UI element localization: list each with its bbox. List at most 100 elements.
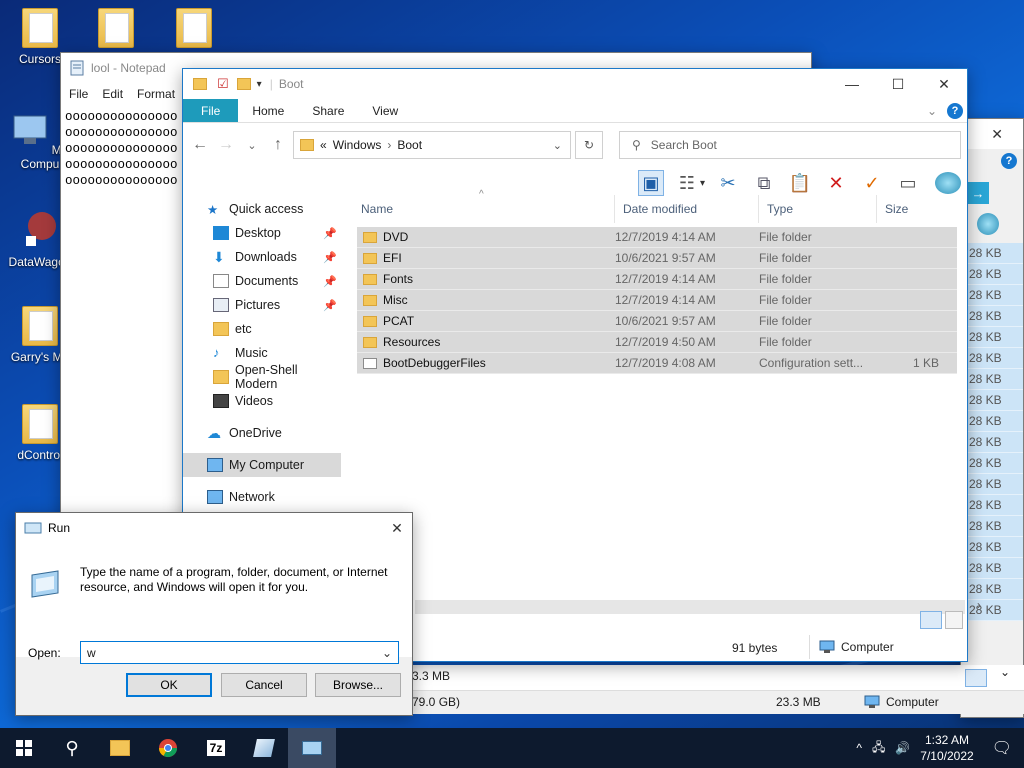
tab-home[interactable]: Home <box>238 99 298 122</box>
ribbon-expand-icon[interactable]: ⌄ <box>927 104 937 118</box>
column-type[interactable]: Type <box>759 195 877 223</box>
run-body: Type the name of a program, folder, docu… <box>16 543 412 664</box>
cloud-icon: ☁ <box>207 425 221 441</box>
size-column: 28 KB 28 KB 28 KB 28 KB 28 KB 28 KB 28 KB 28 KB… <box>961 243 1023 621</box>
file-row[interactable]: Resources 12/7/2019 4:50 AM File folder <box>357 332 957 353</box>
view-options-icon[interactable]: ☷ <box>674 170 700 196</box>
search-input[interactable]: ⚲ Search Boot <box>619 131 961 159</box>
menu-edit[interactable]: Edit <box>102 87 123 101</box>
cut-icon[interactable]: ✂ <box>715 170 741 196</box>
desktop-icon-folder[interactable] <box>156 8 232 52</box>
desktop-icon-folder[interactable] <box>78 8 154 52</box>
nav-network[interactable]: Network <box>183 485 341 509</box>
chevron-down-icon[interactable]: ⌄ <box>382 646 398 660</box>
up-arrow-icon[interactable]: ↑ <box>267 136 289 154</box>
help-icon[interactable]: ? <box>947 102 963 119</box>
chevron-down-icon[interactable]: ⌄ <box>553 139 570 152</box>
quick-access-toolbar-dropdown-icon[interactable]: ▾ <box>257 79 262 90</box>
menu-file[interactable]: File <box>69 87 88 101</box>
clock[interactable]: 1:32 AM 7/10/2022 <box>920 732 973 764</box>
nav-videos[interactable]: Videos <box>183 389 341 413</box>
delete-icon[interactable]: ✕ <box>823 170 849 196</box>
properties-icon[interactable]: ▭ <box>895 170 921 196</box>
taskbar-run[interactable] <box>288 728 336 768</box>
run-titlebar[interactable]: Run ✕ <box>16 513 412 543</box>
start-button[interactable] <box>0 728 48 768</box>
copy-icon[interactable]: ⧉ <box>751 170 777 196</box>
nav-desktop[interactable]: Desktop 📌 <box>183 221 341 245</box>
taskbar-7zip[interactable]: 7z <box>192 728 240 768</box>
paste-icon[interactable]: 📋 <box>787 170 813 196</box>
forward-arrow-icon[interactable]: → <box>215 136 237 154</box>
show-hidden-icons-icon[interactable]: ^ <box>856 741 862 755</box>
refresh-icon[interactable]: ↻ <box>575 131 603 159</box>
column-size[interactable]: Size <box>877 195 957 223</box>
nav-quick-access[interactable]: ★ Quick access <box>183 197 341 221</box>
menu-format[interactable]: Format <box>137 87 175 101</box>
nav-downloads[interactable]: ⬇ Downloads 📌 <box>183 245 341 269</box>
file-row[interactable]: EFI 10/6/2021 9:57 AM File folder <box>357 248 957 269</box>
text-editor[interactable]: ooooooooooooooo ooooooooooooooo oooooooo… <box>61 105 181 193</box>
properties-icon[interactable]: ☑ <box>217 76 229 92</box>
network-icon[interactable]: 🖧 <box>872 738 885 759</box>
file-row[interactable]: Misc 12/7/2019 4:14 AM File folder <box>357 290 957 311</box>
close-button[interactable]: ✕ <box>921 69 967 99</box>
browse-button[interactable]: Browse... <box>315 673 401 697</box>
preview-pane-icon[interactable]: ▣ <box>637 170 664 196</box>
nav-my-computer[interactable]: My Computer <box>183 453 341 477</box>
pictures-icon <box>213 298 229 312</box>
taskbar-chrome[interactable] <box>144 728 192 768</box>
volume-icon[interactable]: 🔊 <box>895 741 910 755</box>
cancel-button[interactable]: Cancel <box>221 673 307 697</box>
close-icon[interactable]: ✕ <box>961 119 1023 149</box>
nav-onedrive[interactable]: ☁ OneDrive <box>183 421 341 445</box>
shell-icon[interactable] <box>977 213 999 235</box>
nav-pictures[interactable]: Pictures 📌 <box>183 293 341 317</box>
taskbar-app[interactable] <box>240 728 288 768</box>
maximize-button[interactable]: ☐ <box>875 69 921 99</box>
horizontal-scrollbar[interactable]: › <box>415 598 981 614</box>
go-arrow-icon[interactable]: → <box>967 182 989 204</box>
new-folder-icon[interactable] <box>236 78 251 90</box>
file-row[interactable]: BootDebuggerFiles 12/7/2019 4:08 AM Config… <box>357 353 957 374</box>
breadcrumb-overflow[interactable]: « <box>320 138 327 152</box>
details-view-icon[interactable] <box>965 669 987 687</box>
scroll-right-icon[interactable]: › <box>977 598 981 612</box>
nav-etc[interactable]: etc <box>183 317 341 341</box>
tab-share[interactable]: Share <box>298 99 358 122</box>
file-row[interactable]: DVD 12/7/2019 4:14 AM File folder <box>357 227 957 248</box>
rename-icon[interactable]: ✓ <box>859 170 885 196</box>
tab-view[interactable]: View <box>358 99 412 122</box>
column-date-modified[interactable]: Date modified <box>615 195 759 223</box>
nav-documents[interactable]: Documents 📌 <box>183 269 341 293</box>
back-arrow-icon[interactable]: ← <box>189 136 211 154</box>
size-cell: 28 KB <box>961 537 1023 558</box>
large-icons-view-icon[interactable] <box>945 611 963 629</box>
recent-locations-icon[interactable]: ⌄ <box>241 139 263 152</box>
search-button[interactable]: ⚲ <box>48 728 96 768</box>
minimize-button[interactable]: — <box>829 69 875 99</box>
column-name[interactable]: Name <box>353 195 615 223</box>
breadcrumb-boot[interactable]: Boot <box>397 138 422 152</box>
file-row[interactable]: PCAT 10/6/2021 9:57 AM File folder <box>357 311 957 332</box>
open-input[interactable]: w ⌄ <box>80 641 399 664</box>
ok-button[interactable]: OK <box>126 673 212 697</box>
chevron-down-icon[interactable]: ▾ <box>700 178 705 189</box>
taskbar-file-explorer[interactable] <box>96 728 144 768</box>
run-dialog[interactable]: Run ✕ Type the name of a program, folder… <box>15 512 413 716</box>
notifications-icon[interactable]: 🗨 <box>992 738 1012 758</box>
file-row[interactable]: Fonts 12/7/2019 4:14 AM File folder <box>357 269 957 290</box>
breadcrumb-windows[interactable]: Windows <box>333 138 382 152</box>
chevron-down-icon[interactable]: ⌄ <box>1000 665 1010 679</box>
nav-music[interactable]: ♪ Music <box>183 341 341 365</box>
nav-open-shell-modern[interactable]: Open-Shell Modern <box>183 363 341 391</box>
explorer-titlebar[interactable]: ☑ ▾ | Boot — ☐ ✕ <box>183 69 967 99</box>
folder-icon <box>22 306 58 346</box>
help-icon[interactable]: ? <box>1001 153 1017 169</box>
background-explorer-window[interactable]: ✕ ? → 28 KB 28 KB 28 KB 28 KB 28 KB 28 KB 28 K… <box>960 118 1024 718</box>
details-view-icon[interactable] <box>920 611 942 629</box>
tab-file[interactable]: File <box>183 99 239 122</box>
address-bar[interactable]: « Windows › Boot ⌄ <box>293 131 571 159</box>
shell-icon[interactable] <box>935 172 961 194</box>
close-button[interactable]: ✕ <box>382 513 412 543</box>
